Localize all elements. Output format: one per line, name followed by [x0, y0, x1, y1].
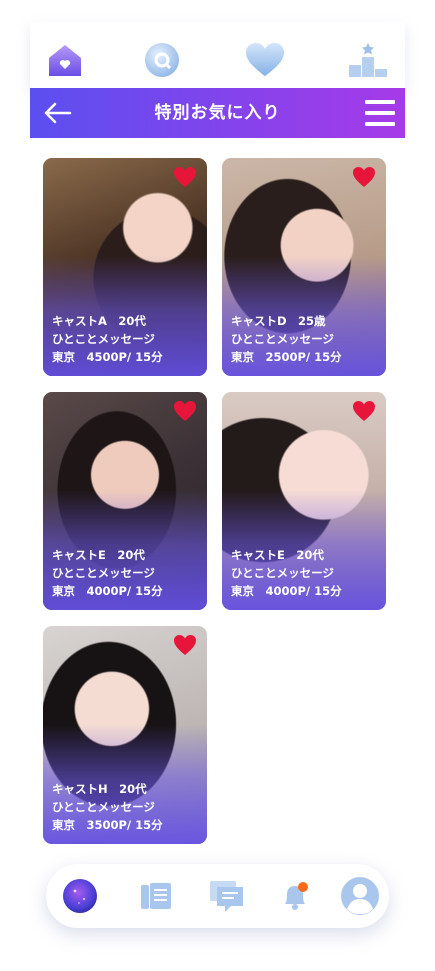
ranking-icon[interactable] [348, 40, 388, 80]
cast-location-price: 東京 3500P/ 15分 [52, 818, 163, 832]
cast-name-age: キャストE 20代 [231, 548, 324, 562]
page-header: 特別お気に入り [30, 88, 405, 138]
cast-name-age: キャストD 25歳 [231, 314, 326, 328]
cast-message: ひとことメッセージ [231, 566, 334, 580]
heart-icon[interactable] [245, 40, 285, 80]
cast-message: ひとことメッセージ [52, 566, 155, 580]
favorite-heart-icon[interactable] [173, 634, 197, 656]
favorite-heart-icon[interactable] [173, 166, 197, 188]
cast-name-age: キャストA 20代 [52, 314, 146, 328]
search-icon[interactable] [142, 40, 182, 80]
cast-message: ひとことメッセージ [52, 800, 155, 814]
cast-location-price: 東京 2500P/ 15分 [231, 350, 342, 364]
cast-message: ひとことメッセージ [52, 332, 155, 346]
cast-info: キャストA 20代 ひとことメッセージ 東京 4500P/ 15分 [52, 312, 163, 366]
chat-icon[interactable] [209, 878, 245, 914]
user-icon[interactable] [340, 876, 379, 915]
cast-name-age: キャストH 20代 [52, 782, 147, 796]
cast-name-age: キャストE 20代 [52, 548, 145, 562]
home-icon[interactable] [45, 40, 85, 80]
cast-card[interactable]: キャストE 20代 ひとことメッセージ 東京 4000P/ 15分 [43, 392, 207, 610]
cast-info: キャストE 20代 ひとことメッセージ 東京 4000P/ 15分 [231, 546, 342, 600]
favorite-heart-icon[interactable] [352, 166, 376, 188]
cast-card[interactable]: キャストH 20代 ひとことメッセージ 東京 3500P/ 15分 [43, 626, 207, 844]
cast-card[interactable]: キャストE 20代 ひとことメッセージ 東京 4000P/ 15分 [222, 392, 386, 610]
cast-location-price: 東京 4000P/ 15分 [231, 584, 342, 598]
cast-message: ひとことメッセージ [231, 332, 334, 346]
cast-location-price: 東京 4500P/ 15分 [52, 350, 163, 364]
book-icon[interactable] [138, 878, 174, 914]
page-title: 特別お気に入り [154, 103, 281, 123]
cast-location-price: 東京 4000P/ 15分 [52, 584, 163, 598]
favorite-heart-icon[interactable] [173, 400, 197, 422]
hamburger-menu-icon[interactable] [365, 100, 395, 126]
bell-icon[interactable] [277, 878, 313, 914]
profile-planet-icon[interactable] [62, 878, 98, 914]
cast-info: キャストH 20代 ひとことメッセージ 東京 3500P/ 15分 [52, 780, 163, 834]
cast-info: キャストE 20代 ひとことメッセージ 東京 4000P/ 15分 [52, 546, 163, 600]
cast-card[interactable]: キャストD 25歳 ひとことメッセージ 東京 2500P/ 15分 [222, 158, 386, 376]
cast-card[interactable]: キャストA 20代 ひとことメッセージ 東京 4500P/ 15分 [43, 158, 207, 376]
bottom-navigation [46, 864, 389, 928]
notification-badge [298, 882, 308, 892]
favorite-heart-icon[interactable] [352, 400, 376, 422]
cast-info: キャストD 25歳 ひとことメッセージ 東京 2500P/ 15分 [231, 312, 342, 366]
top-navigation [30, 22, 405, 88]
